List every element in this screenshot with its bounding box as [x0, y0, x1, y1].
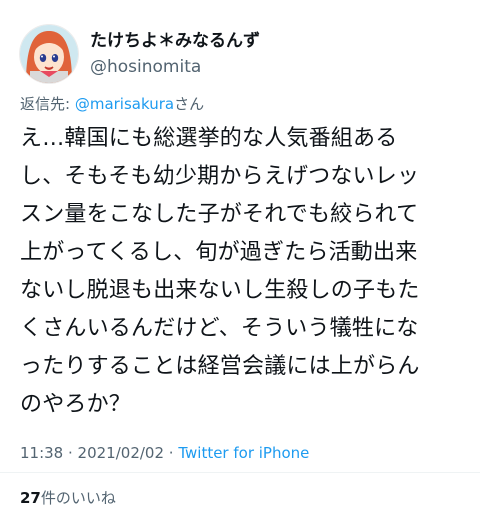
- tweet-text-line: くさんいるんだけど、そういう犠牲にな: [20, 316, 419, 341]
- author-handle[interactable]: @hosinomita: [90, 56, 260, 78]
- tweet-detail: たけちよ＊みなるんず @hosinomita 返信先: @marisakuraさ…: [0, 0, 480, 518]
- tweet-meta: 11:38 · 2021/02/02 · Twitter for iPhone: [20, 443, 309, 463]
- meta-separator: ·: [63, 444, 78, 462]
- reply-mention-link[interactable]: @marisakura: [75, 95, 174, 113]
- author-names: たけちよ＊みなるんず @hosinomita: [90, 30, 260, 78]
- meta-separator: ·: [164, 444, 179, 462]
- reply-prefix: 返信先:: [20, 95, 75, 113]
- tweet-time[interactable]: 11:38: [20, 444, 63, 462]
- tweet-header: たけちよ＊みなるんず @hosinomita: [20, 22, 260, 86]
- tweet-text-line: え…韓国にも総選挙的な人気番組ある: [20, 126, 398, 151]
- tweet-text-line: ないし脱退も出来ないし生殺しの子もた: [20, 278, 420, 303]
- tweet-text-line: し、そもそも幼少期からえげつないレッ: [20, 164, 420, 189]
- tweet-text-line: ったりすることは経営会議には上がらん: [20, 354, 420, 379]
- tweet-text-line: スン量をこなした子がそれでも絞られて: [20, 202, 419, 227]
- tweet-date[interactable]: 2021/02/02: [78, 444, 164, 462]
- likes-count: 27: [20, 489, 41, 507]
- tweet-text-line: 上がってくるし、旬が過ぎたら活動出来: [20, 240, 418, 265]
- likes-label: 件のいいね: [40, 489, 116, 507]
- avatar-illustration-icon: [20, 25, 78, 83]
- tweet-source-link[interactable]: Twitter for iPhone: [178, 444, 309, 462]
- author-display-name[interactable]: たけちよ＊みなるんず: [90, 30, 260, 52]
- tweet-text: え…韓国にも総選挙的な人気番組ある し、そもそも幼少期からえげつないレッ スン量…: [20, 120, 472, 424]
- reply-suffix: さん: [174, 95, 205, 113]
- avatar[interactable]: [20, 25, 78, 83]
- tweet-text-line: のやろか？: [20, 392, 132, 417]
- divider: [0, 472, 480, 473]
- reply-to-line: 返信先: @marisakuraさん: [20, 94, 204, 114]
- likes-stat[interactable]: 27件のいいね: [20, 488, 116, 508]
